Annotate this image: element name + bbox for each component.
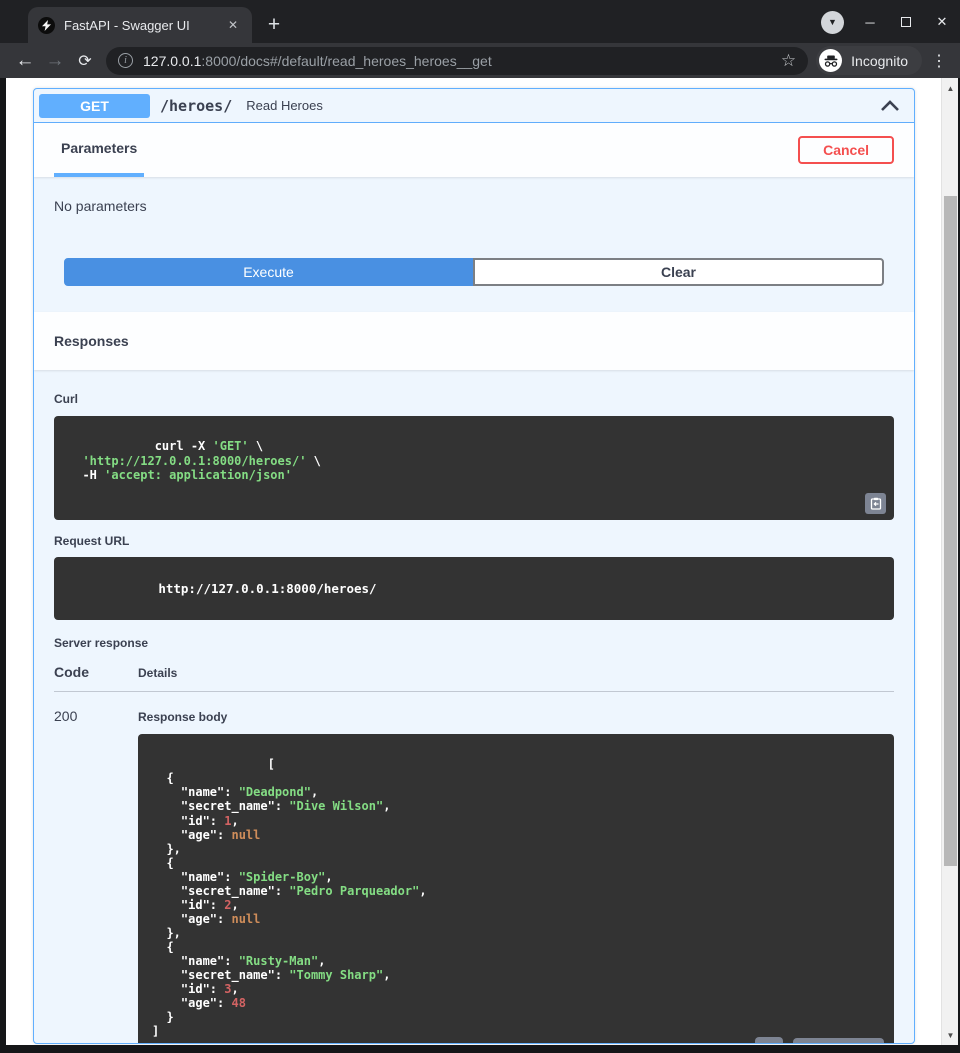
page-scrollbar[interactable]: ▲ ▼ bbox=[941, 78, 958, 1045]
download-button[interactable]: Download bbox=[793, 1038, 884, 1044]
endpoint-path: /heroes/ bbox=[160, 97, 232, 115]
parameters-tab[interactable]: Parameters bbox=[54, 123, 144, 177]
execute-row: Execute Clear bbox=[64, 258, 884, 286]
copy-curl-icon[interactable] bbox=[865, 493, 886, 514]
opblock-header[interactable]: GET /heroes/ Read Heroes bbox=[34, 89, 914, 123]
window-minimize-button[interactable]: ─ bbox=[860, 15, 880, 30]
scrollbar-thumb[interactable] bbox=[944, 196, 957, 866]
url-host: 127.0.0.1 bbox=[143, 53, 201, 69]
collapse-chevron-icon[interactable] bbox=[880, 100, 900, 112]
copy-response-icon[interactable] bbox=[755, 1037, 783, 1044]
browser-toolbar: ← → ⟳ i 127.0.0.1:8000/docs#/default/rea… bbox=[0, 43, 960, 78]
incognito-badge: Incognito bbox=[816, 46, 922, 75]
responses-title: Responses bbox=[54, 333, 129, 349]
curl-command-block: curl -X 'GET' \ 'http://127.0.0.1:8000/h… bbox=[54, 416, 894, 520]
server-response-label: Server response bbox=[54, 636, 894, 650]
http-method-badge: GET bbox=[39, 94, 150, 118]
request-url-block: http://127.0.0.1:8000/heroes/ bbox=[54, 557, 894, 620]
back-button-icon[interactable]: ← bbox=[10, 50, 40, 72]
parameters-title: Parameters bbox=[61, 140, 137, 156]
code-column-header: Code bbox=[54, 664, 138, 680]
response-body-label: Response body bbox=[138, 710, 227, 724]
url-text[interactable]: 127.0.0.1:8000/docs#/default/read_heroes… bbox=[143, 53, 773, 69]
fastapi-favicon-icon bbox=[38, 17, 55, 34]
endpoint-summary: Read Heroes bbox=[246, 98, 323, 113]
incognito-label: Incognito bbox=[851, 53, 908, 69]
execute-button[interactable]: Execute bbox=[64, 258, 473, 286]
tab-title: FastAPI - Swagger UI bbox=[64, 18, 224, 33]
parameters-body: No parameters Execute Clear bbox=[34, 177, 914, 312]
details-column-header: Details bbox=[138, 664, 177, 680]
no-parameters-text: No parameters bbox=[54, 198, 894, 214]
request-url-text: http://127.0.0.1:8000/heroes/ bbox=[158, 581, 376, 596]
page-info-icon[interactable]: i bbox=[118, 53, 133, 68]
scrollbar-down-icon[interactable]: ▼ bbox=[942, 1027, 959, 1043]
opblock-get-heroes: GET /heroes/ Read Heroes Parameters Canc… bbox=[33, 88, 915, 1044]
response-table-header: Code Details bbox=[54, 664, 894, 692]
status-code: 200 bbox=[54, 708, 138, 1044]
responses-section-header: Responses bbox=[34, 312, 914, 370]
browser-tab[interactable]: FastAPI - Swagger UI ✕ bbox=[28, 7, 252, 43]
clear-button[interactable]: Clear bbox=[473, 258, 884, 286]
bookmark-star-icon[interactable]: ☆ bbox=[781, 51, 796, 71]
reload-button-icon[interactable]: ⟳ bbox=[70, 51, 100, 71]
response-body-json: [ { "name": "Deadpond", "secret_name": "… bbox=[152, 757, 427, 1038]
window-maximize-button[interactable] bbox=[896, 15, 916, 30]
tab-search-icon[interactable]: ▼ bbox=[821, 11, 844, 34]
url-path: :8000/docs#/default/read_heroes_heroes__… bbox=[201, 53, 491, 69]
swagger-page: GET /heroes/ Read Heroes Parameters Canc… bbox=[6, 78, 941, 1045]
curl-command-text: curl -X 'GET' \ 'http://127.0.0.1:8000/h… bbox=[68, 439, 321, 482]
cancel-button[interactable]: Cancel bbox=[798, 136, 894, 164]
parameters-section-header: Parameters Cancel bbox=[34, 123, 914, 177]
browser-menu-icon[interactable]: ⋮ bbox=[928, 51, 950, 71]
request-url-label: Request URL bbox=[54, 534, 894, 548]
curl-label: Curl bbox=[54, 392, 78, 406]
window-body: GET /heroes/ Read Heroes Parameters Canc… bbox=[0, 78, 960, 1053]
response-row: 200 Response body [ { "name": "Deadpond"… bbox=[54, 692, 894, 1044]
forward-button-icon[interactable]: → bbox=[40, 50, 70, 72]
response-body-block: [ { "name": "Deadpond", "secret_name": "… bbox=[138, 734, 894, 1044]
scrollbar-up-icon[interactable]: ▲ bbox=[942, 80, 959, 96]
window-close-button[interactable]: ✕ bbox=[932, 14, 952, 30]
browser-titlebar: FastAPI - Swagger UI ✕ + ▼ ─ ✕ bbox=[0, 0, 960, 43]
tab-close-icon[interactable]: ✕ bbox=[224, 16, 242, 34]
new-tab-button[interactable]: + bbox=[260, 11, 288, 39]
incognito-icon bbox=[819, 49, 842, 72]
responses-body: Curl curl -X 'GET' \ 'http://127.0.0.1:8… bbox=[34, 370, 914, 1044]
address-bar[interactable]: i 127.0.0.1:8000/docs#/default/read_hero… bbox=[106, 47, 808, 75]
